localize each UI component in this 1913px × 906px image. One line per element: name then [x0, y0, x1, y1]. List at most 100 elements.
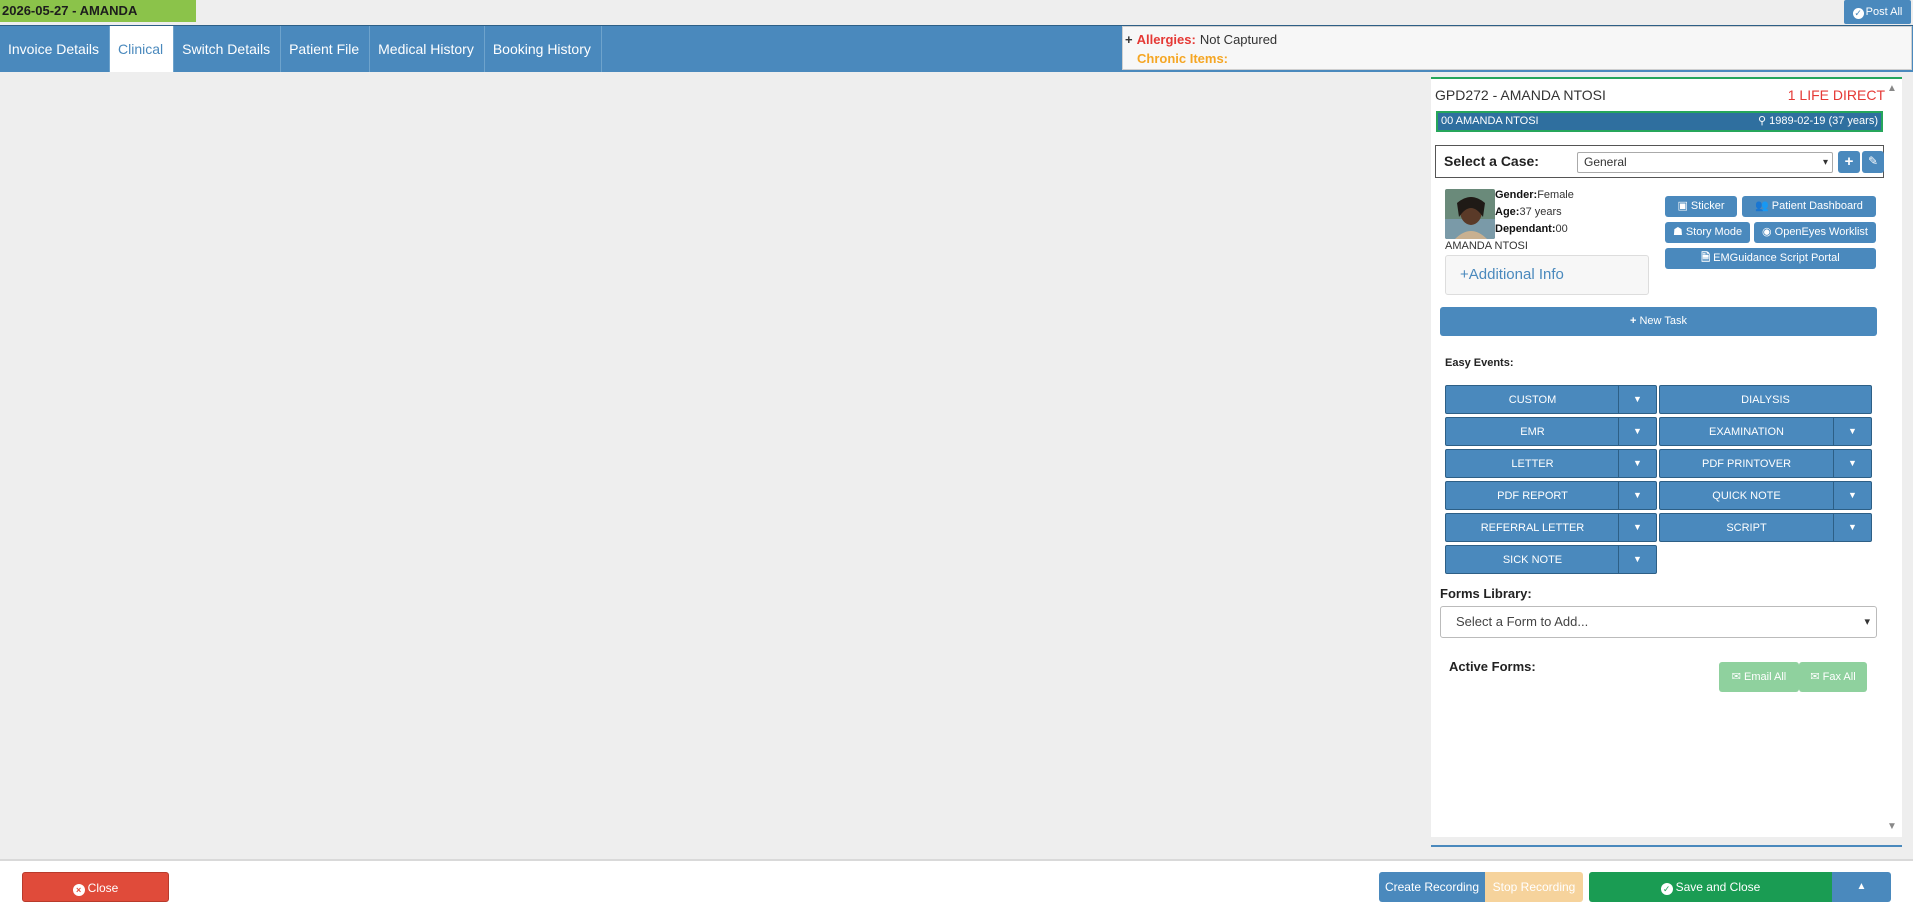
file-icon: 🗎	[1701, 252, 1711, 264]
event-letter-dropdown[interactable]: ▼	[1618, 450, 1656, 477]
caret-down-icon: ▼	[1848, 458, 1857, 468]
case-select[interactable]: General ▾	[1577, 152, 1833, 173]
email-all-button[interactable]: ✉ Email All	[1719, 662, 1799, 692]
patient-dashboard-button[interactable]: 👥 Patient Dashboard	[1742, 196, 1876, 217]
caret-down-icon: ▼	[1848, 426, 1857, 436]
caret-down-icon: ▼	[1633, 394, 1642, 404]
medical-aid-name: 1 LIFE DIRECT	[1787, 87, 1885, 103]
check-circle-icon: ✓	[1660, 883, 1673, 895]
caret-down-icon: ▼	[1848, 490, 1857, 500]
caret-down-icon: ▼	[1633, 458, 1642, 468]
patient-info: Gender:Female Age:37 years Dependant:00	[1495, 189, 1574, 235]
plus-icon: +	[1460, 266, 1469, 283]
fax-all-button[interactable]: ✉ Fax All	[1799, 662, 1867, 692]
event-custom-dropdown[interactable]: ▼	[1618, 386, 1656, 413]
caret-down-icon: ▼	[1633, 554, 1642, 564]
tab-bar: Invoice Details Clinical Switch Details …	[0, 26, 602, 72]
story-mode-button[interactable]: ☗ Story Mode	[1665, 222, 1750, 243]
id-card-icon: ▣	[1677, 200, 1688, 212]
caret-down-icon: ▼	[1633, 522, 1642, 532]
panel-divider	[1431, 845, 1902, 847]
event-pdf-printover-dropdown[interactable]: ▼	[1833, 450, 1871, 477]
event-referral-letter-dropdown[interactable]: ▼	[1618, 514, 1656, 541]
event-dialysis-button[interactable]: DIALYSIS	[1659, 385, 1872, 414]
new-task-button[interactable]: + New Task	[1440, 307, 1877, 336]
add-case-button[interactable]: +	[1838, 151, 1860, 173]
sticker-button[interactable]: ▣ Sticker	[1665, 196, 1737, 217]
additional-info-toggle[interactable]: +Additional Info	[1445, 255, 1649, 295]
allergies-label: Allergies:	[1136, 32, 1196, 47]
close-button[interactable]: × Close	[22, 872, 169, 902]
patient-age: 37 years	[1519, 206, 1562, 218]
active-forms-label: Active Forms:	[1449, 659, 1536, 674]
create-recording-button[interactable]: Create Recording	[1379, 872, 1485, 902]
eye-icon: ◉	[1762, 226, 1772, 238]
chronic-items-label: Chronic Items:	[1137, 51, 1229, 66]
chronic-row: Chronic Items:	[1125, 49, 1911, 68]
patient-dependant-name: 00 AMANDA NTOSI	[1441, 115, 1539, 127]
event-examination-button[interactable]: EXAMINATION ▼	[1659, 417, 1872, 446]
edit-case-button[interactable]: ✎	[1862, 151, 1884, 173]
allergies-row: + Allergies: Not Captured	[1125, 30, 1911, 49]
event-pdf-report-dropdown[interactable]: ▼	[1618, 482, 1656, 509]
scroll-down-arrow[interactable]: ▼	[1887, 822, 1897, 832]
event-quick-note-button[interactable]: QUICK NOTE ▼	[1659, 481, 1872, 510]
event-quick-note-dropdown[interactable]: ▼	[1833, 482, 1871, 509]
save-options-dropdown[interactable]: ▲	[1832, 872, 1891, 902]
footer-bar: × Close Create Recording Stop Recording ✓…	[0, 859, 1913, 906]
openeyes-worklist-button[interactable]: ◉ OpenEyes Worklist	[1754, 222, 1876, 243]
event-pdf-report-button[interactable]: PDF REPORT ▼	[1445, 481, 1657, 510]
stop-recording-button[interactable]: Stop Recording	[1485, 872, 1583, 902]
event-examination-dropdown[interactable]: ▼	[1833, 418, 1871, 445]
caret-up-icon: ▲	[1856, 881, 1867, 892]
tab-clinical[interactable]: Clinical	[110, 26, 175, 72]
tab-booking-history[interactable]: Booking History	[485, 26, 602, 72]
tab-invoice-details[interactable]: Invoice Details	[0, 26, 111, 72]
patient-dob: ⚲ 1989-02-19 (37 years)	[1758, 115, 1878, 127]
event-letter-button[interactable]: LETTER ▼	[1445, 449, 1657, 478]
chevron-down-icon: ▾	[1822, 157, 1828, 168]
event-emr-dropdown[interactable]: ▼	[1618, 418, 1656, 445]
invoice-date-title: 2026-05-27 - AMANDA	[0, 0, 196, 22]
expand-allergies-icon[interactable]: +	[1125, 32, 1133, 47]
envelope-icon: ✉	[1731, 671, 1745, 683]
check-circle-icon: ✓	[1852, 8, 1864, 19]
event-emr-button[interactable]: EMR ▼	[1445, 417, 1657, 446]
case-selector-box: Select a Case: General ▾ + ✎	[1435, 145, 1884, 178]
top-strip: 2026-05-27 - AMANDA ✓ Post All	[0, 0, 1913, 24]
forms-library-label: Forms Library:	[1440, 586, 1532, 601]
main-navbar: Invoice Details Clinical Switch Details …	[0, 25, 1913, 72]
event-custom-button[interactable]: CUSTOM ▼	[1445, 385, 1657, 414]
alerts-panel: + Allergies: Not Captured Chronic Items:	[1122, 26, 1912, 70]
edit-icon: ✎	[1867, 154, 1879, 168]
tab-medical-history[interactable]: Medical History	[370, 26, 485, 72]
event-sick-note-button[interactable]: SICK NOTE ▼	[1445, 545, 1657, 574]
patient-side-panel: GPD272 - AMANDA NTOSI 1 LIFE DIRECT 00 A…	[1431, 77, 1902, 837]
close-circle-icon: ×	[72, 884, 85, 896]
save-and-close-button[interactable]: ✓ Save and Close	[1589, 872, 1832, 902]
users-icon: 👥	[1755, 200, 1769, 212]
event-script-dropdown[interactable]: ▼	[1833, 514, 1871, 541]
caret-down-icon: ▼	[1848, 522, 1857, 532]
forms-library-select[interactable]: Select a Form to Add... ▾	[1440, 606, 1877, 638]
event-referral-letter-button[interactable]: REFERRAL LETTER ▼	[1445, 513, 1657, 542]
patient-summary-bar: 00 AMANDA NTOSI ⚲ 1989-02-19 (37 years)	[1436, 111, 1883, 132]
chevron-down-icon: ▾	[1864, 616, 1870, 628]
easy-events-label: Easy Events:	[1445, 357, 1514, 369]
post-all-button[interactable]: ✓ Post All	[1844, 0, 1911, 24]
envelope-icon: ✉	[1810, 671, 1823, 683]
event-pdf-printover-button[interactable]: PDF PRINTOVER ▼	[1659, 449, 1872, 478]
scroll-up-arrow[interactable]: ▲	[1887, 84, 1897, 94]
event-script-button[interactable]: SCRIPT ▼	[1659, 513, 1872, 542]
patient-gender: Female	[1537, 189, 1574, 201]
patient-dependant: 00	[1555, 223, 1568, 235]
allergies-value: Not Captured	[1199, 32, 1278, 47]
map-pin-icon: ⚲	[1758, 115, 1770, 127]
tab-patient-file[interactable]: Patient File	[281, 26, 371, 72]
emguidance-script-portal-button[interactable]: 🗎 EMGuidance Script Portal	[1665, 248, 1876, 269]
patient-avatar	[1445, 189, 1495, 239]
event-sick-note-dropdown[interactable]: ▼	[1618, 546, 1656, 573]
plus-icon: +	[1630, 315, 1637, 327]
patient-header-id: GPD272 - AMANDA NTOSI	[1435, 87, 1606, 103]
tab-switch-details[interactable]: Switch Details	[174, 26, 282, 72]
